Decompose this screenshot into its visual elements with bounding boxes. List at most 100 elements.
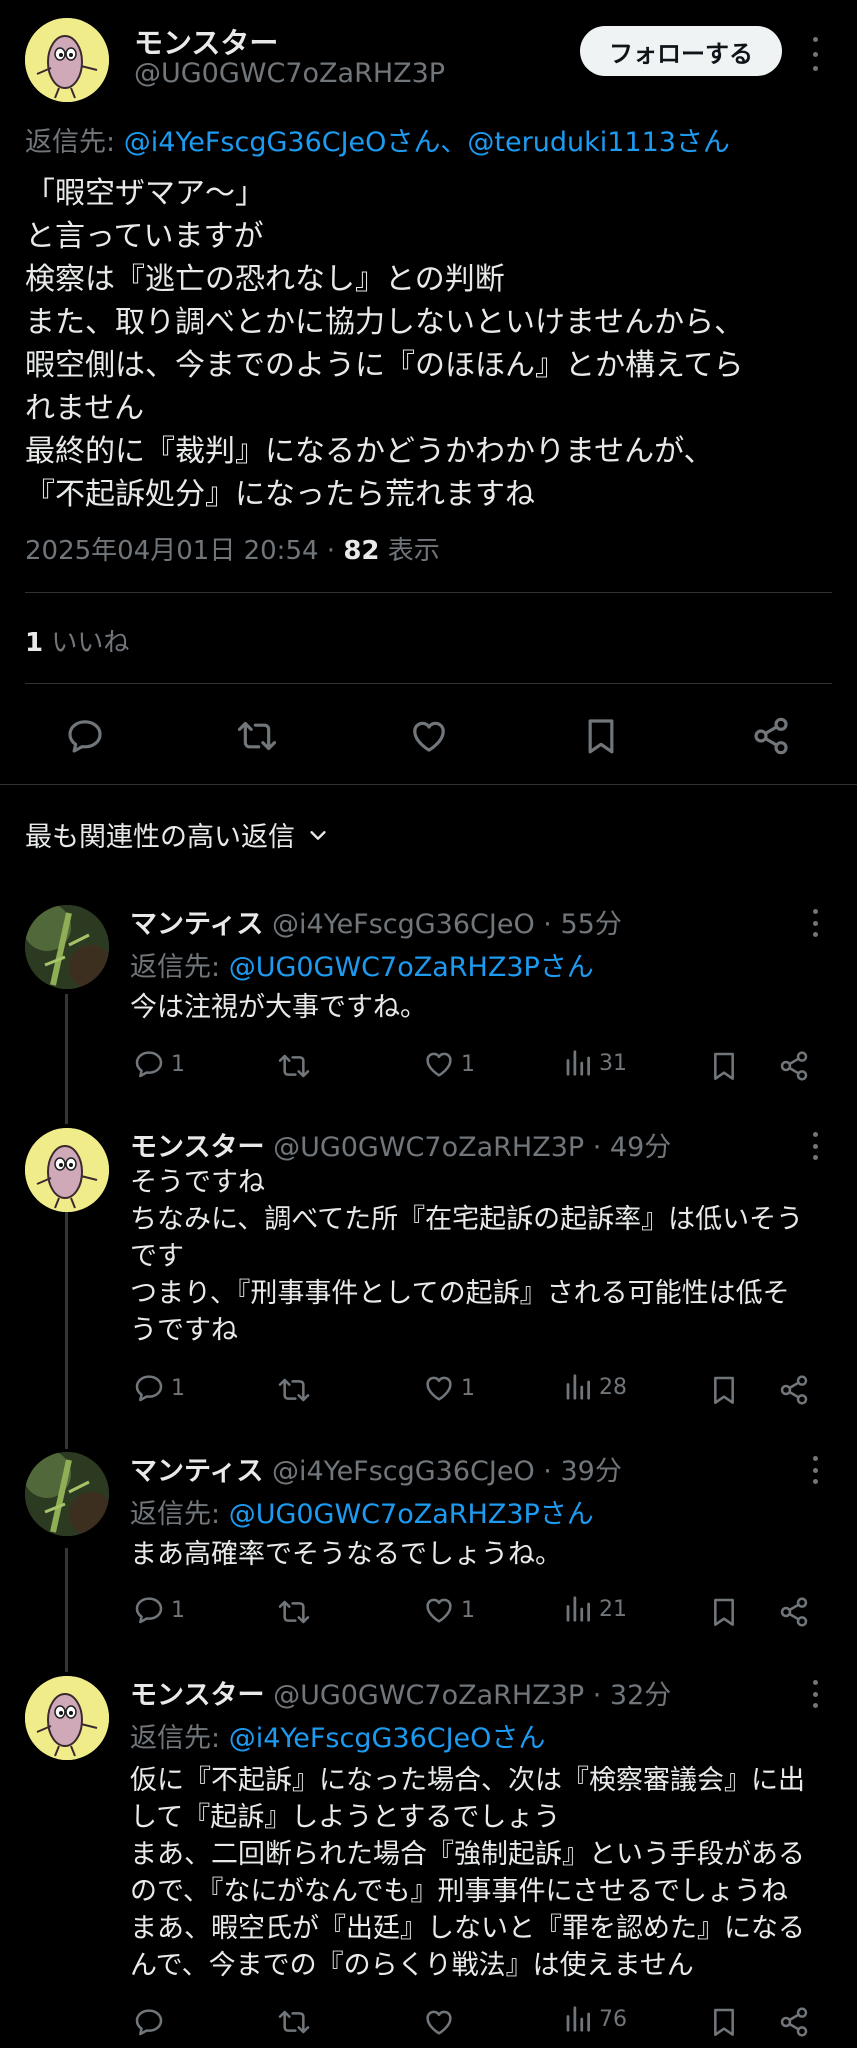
like-button[interactable]: 1 — [423, 1594, 475, 1626]
reply-to-label: 返信先: — [130, 1723, 229, 1754]
reply-text-line: そうですね — [130, 1167, 265, 1198]
post-text-line: また、取り調べとかに協力しないといけませんから、 — [25, 305, 745, 340]
post-text-line: 暇空側は、今までのように『のほほん』とか構えてら — [25, 348, 744, 383]
bookmark-icon[interactable] — [708, 1374, 740, 1406]
view-count: 31 — [599, 1050, 627, 1076]
bookmark-icon[interactable] — [708, 1050, 740, 1082]
reply-header: モンスター @UG0GWC7oZaRHZ3P · 49分 — [130, 1125, 671, 1164]
post-text-line: と言っていますが — [25, 219, 264, 254]
reply-text-line: つまり、『刑事事件としての起訴』される可能性は低そ — [130, 1278, 790, 1309]
share-icon[interactable] — [778, 1374, 810, 1406]
post-text-line: 「暇空ザマア〜」 — [25, 176, 265, 211]
like-icon[interactable] — [409, 716, 449, 756]
likes-label: いいね — [43, 628, 130, 658]
thread-line — [65, 1174, 68, 1449]
reply-avatar[interactable] — [25, 1128, 109, 1212]
reply-icon[interactable] — [65, 716, 105, 756]
like-button[interactable]: 1 — [423, 1048, 475, 1080]
reply-avatar[interactable] — [25, 1676, 109, 1760]
more-icon[interactable] — [810, 909, 820, 937]
share-icon[interactable] — [778, 1596, 810, 1628]
reply-author-handle[interactable]: @i4YeFscgG36CJeO · 55分 — [272, 909, 622, 940]
like-icon — [423, 1594, 455, 1626]
more-icon[interactable] — [810, 37, 820, 71]
monster-avatar-image — [25, 1676, 109, 1760]
reply-author-name[interactable]: モンスター — [130, 1132, 264, 1163]
share-icon[interactable] — [778, 2006, 810, 2038]
reply-button[interactable]: 1 — [133, 1594, 185, 1626]
views-button[interactable]: 76 — [563, 2004, 627, 2034]
views-button[interactable]: 21 — [563, 1594, 627, 1624]
chevron-down-icon — [310, 830, 326, 840]
reply-count: 1 — [171, 1597, 185, 1623]
views-icon — [563, 1048, 593, 1078]
reply-to-line: 返信先: @UG0GWC7oZaRHZ3Pさん — [130, 1492, 594, 1531]
author-avatar[interactable] — [25, 18, 109, 102]
reply-to-line: 返信先: @UG0GWC7oZaRHZ3Pさん — [130, 945, 594, 984]
mantis-avatar-image — [25, 905, 109, 989]
bookmark-icon[interactable] — [708, 2006, 740, 2038]
reply-author-name[interactable]: マンティス — [130, 909, 263, 940]
reply-to-mention[interactable]: @UG0GWC7oZaRHZ3Pさん — [229, 1499, 594, 1530]
mantis-avatar-image — [25, 1452, 109, 1536]
views-icon — [563, 1594, 593, 1624]
reply-author-handle[interactable]: @UG0GWC7oZaRHZ3P · 49分 — [273, 1132, 671, 1163]
reply-to-mention[interactable]: @i4YeFscgG36CJeOさん — [229, 1723, 546, 1754]
like-count: 1 — [461, 1597, 475, 1623]
post-text-line: 『不起訴処分』になったら荒れますね — [25, 477, 535, 512]
reply-text-line: まあ、暇空氏が『出廷』しないと『罪を認めた』になる — [130, 1913, 805, 1944]
reply-author-name[interactable]: モンスター — [130, 1680, 264, 1711]
reply-text-line: まあ高確率でそうなるでしょうね。 — [130, 1539, 562, 1570]
reply-text-line: 仮に『不起訴』になった場合、次は『検察審議会』に出 — [130, 1765, 805, 1796]
reply-sort-selector[interactable]: 最も関連性の高い返信 — [25, 815, 329, 854]
more-icon[interactable] — [810, 1132, 820, 1160]
reply-author-handle[interactable]: @i4YeFscgG36CJeO · 39分 — [272, 1456, 622, 1487]
author-name[interactable]: モンスター — [134, 20, 278, 62]
retweet-icon[interactable] — [278, 1596, 310, 1628]
views-button[interactable]: 28 — [563, 1372, 627, 1402]
author-handle[interactable]: @UG0GWC7oZaRHZ3P — [134, 58, 445, 89]
likes-summary[interactable]: 1 いいね — [25, 622, 129, 659]
reply-text-line: ちなみに、調べてた所『在宅起訴の起訴率』は低いそう — [130, 1204, 804, 1235]
bookmark-icon[interactable] — [708, 1596, 740, 1628]
like-button[interactable]: 1 — [423, 1372, 475, 1404]
follow-button[interactable]: フォローする — [580, 26, 782, 76]
reply-author-name[interactable]: マンティス — [130, 1456, 263, 1487]
more-icon[interactable] — [810, 1456, 820, 1484]
reply-icon[interactable] — [133, 2006, 165, 2038]
share-icon[interactable] — [751, 716, 791, 756]
post-timestamp[interactable]: 2025年04月01日 20:54 · — [25, 536, 343, 566]
reply-header: モンスター @UG0GWC7oZaRHZ3P · 32分 — [130, 1673, 671, 1712]
reply-avatar[interactable] — [25, 1452, 109, 1536]
reply-icon — [133, 1372, 165, 1404]
retweet-icon[interactable] — [278, 2006, 310, 2038]
views-count: 82 — [343, 536, 380, 566]
view-count: 28 — [599, 1374, 627, 1400]
bookmark-icon[interactable] — [581, 716, 621, 756]
retweet-icon[interactable] — [278, 1374, 310, 1406]
reply-text-line: して『起訴』しようとするでしょう — [130, 1802, 561, 1833]
reply-avatar[interactable] — [25, 905, 109, 989]
sort-label: 最も関連性の高い返信 — [25, 822, 295, 853]
share-icon[interactable] — [778, 1050, 810, 1082]
views-icon — [563, 1372, 593, 1402]
reply-to-label: 返信先: — [25, 127, 124, 158]
retweet-icon[interactable] — [278, 1050, 310, 1082]
reply-author-handle[interactable]: @UG0GWC7oZaRHZ3P · 32分 — [273, 1680, 671, 1711]
retweet-icon[interactable] — [237, 716, 277, 756]
more-icon[interactable] — [810, 1680, 820, 1708]
like-icon — [423, 1048, 455, 1080]
reply-count: 1 — [171, 1375, 185, 1401]
views-icon — [563, 2004, 593, 2034]
reply-body: まあ高確率でそうなるでしょうね。 — [130, 1536, 562, 1573]
reply-header: マンティス @i4YeFscgG36CJeO · 39分 — [130, 1449, 622, 1488]
reply-button[interactable]: 1 — [133, 1372, 185, 1404]
reply-text-line: 今は注視が大事ですね。 — [130, 992, 427, 1023]
reply-to-mentions[interactable]: @i4YeFscgG36CJeOさん、@teruduki1113さん — [124, 127, 730, 158]
views-button[interactable]: 31 — [563, 1048, 627, 1078]
reply-to-mention[interactable]: @UG0GWC7oZaRHZ3Pさん — [229, 952, 594, 983]
reply-to-label: 返信先: — [130, 952, 229, 983]
reply-button[interactable]: 1 — [133, 1048, 185, 1080]
like-count: 1 — [461, 1051, 475, 1077]
like-icon[interactable] — [423, 2006, 455, 2038]
